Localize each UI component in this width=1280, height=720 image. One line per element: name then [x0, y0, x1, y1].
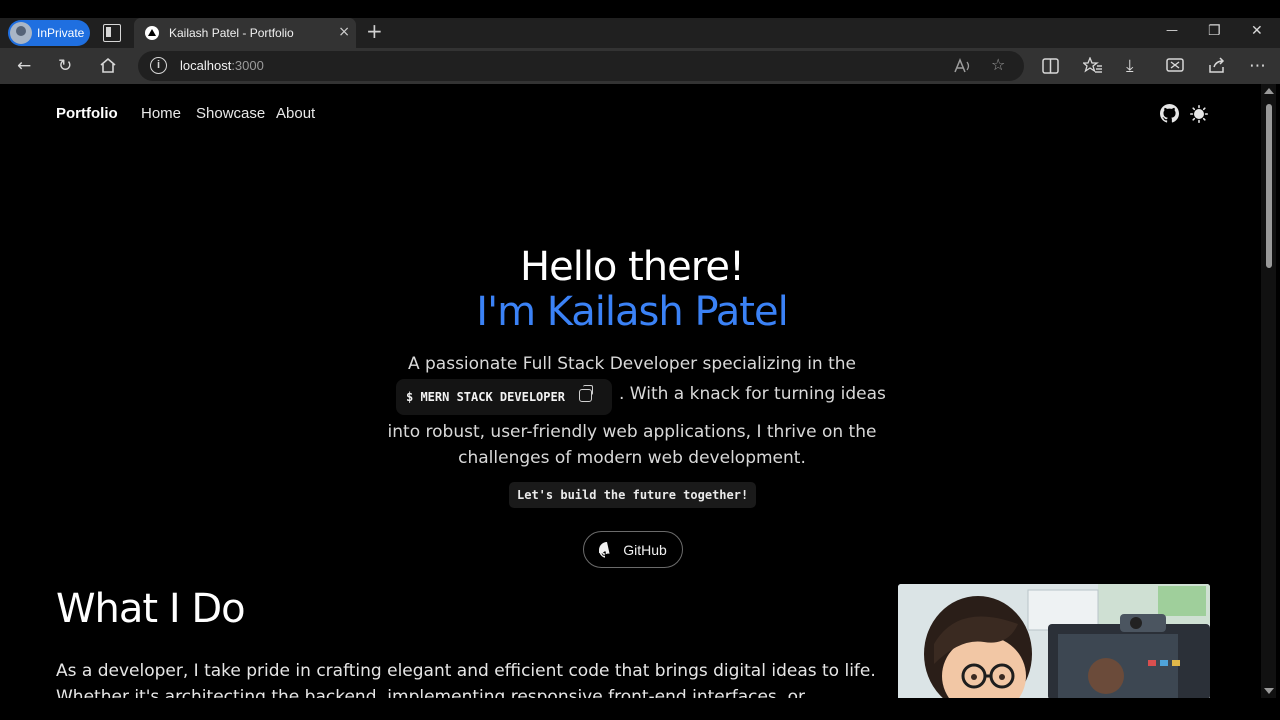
copy-icon[interactable]	[579, 385, 593, 402]
back-icon[interactable]: ←	[17, 54, 31, 78]
share-icon[interactable]	[1208, 57, 1226, 74]
more-options-icon[interactable]: ⋯	[1249, 54, 1266, 78]
mern-stack-chip-label: $ MERN STACK DEVELOPER	[406, 390, 565, 404]
page-scrollbar[interactable]	[1261, 84, 1276, 698]
github-button[interactable]: GitHub	[583, 531, 683, 568]
downloads-icon[interactable]: ⤓	[1126, 54, 1134, 78]
read-aloud-icon[interactable]	[954, 58, 972, 74]
nav-link-home[interactable]: Home	[141, 105, 181, 122]
inprivate-badge[interactable]: InPrivate	[8, 20, 90, 46]
bottom-bar	[0, 698, 1280, 720]
theme-toggle-sun-icon[interactable]	[1190, 105, 1208, 123]
tab-actions-icon[interactable]	[103, 24, 121, 42]
nav-brand[interactable]: Portfolio	[56, 105, 118, 122]
inprivate-label: InPrivate	[37, 26, 85, 40]
github-button-label: GitHub	[623, 541, 667, 558]
browser-tab-active[interactable]: Kailash Patel - Portfolio ×	[134, 18, 356, 48]
developer-avatar-illustration	[898, 584, 1210, 698]
screen: InPrivate Kailash Patel - Portfolio × + …	[0, 0, 1280, 720]
favicon-icon	[145, 26, 159, 40]
minimize-icon[interactable]: —	[1166, 23, 1178, 37]
url-text: localhost:3000	[180, 58, 264, 73]
browser-toolbar: ← ↻ i localhost:3000 ☆ ⤓ ⋯	[0, 48, 1280, 84]
address-bar[interactable]: i localhost:3000 ☆	[138, 51, 1024, 81]
hero-name: I'm Kailash Patel	[476, 289, 788, 335]
scrollbar-thumb[interactable]	[1266, 104, 1272, 268]
window-close-icon[interactable]: ✕	[1251, 23, 1263, 39]
new-tab-icon[interactable]: +	[366, 19, 383, 43]
nav-link-showcase[interactable]: Showcase	[196, 105, 265, 122]
what-i-do-text: As a developer, I take pride in crafting…	[56, 658, 876, 698]
hero-tagline: Let's build the future together!	[509, 482, 757, 508]
hero-text-line-2: . With a knack for turning ideas	[619, 384, 886, 404]
nav-link-about[interactable]: About	[276, 105, 315, 122]
collections-icon[interactable]	[1166, 57, 1184, 74]
hero-text-line-3: into robust, user-friendly web applicati…	[387, 422, 877, 442]
favorite-star-icon[interactable]: ☆	[991, 55, 1005, 74]
browser-tabstrip: InPrivate Kailash Patel - Portfolio × + …	[0, 18, 1280, 48]
hero-greeting: Hello there!	[520, 244, 745, 290]
scroll-up-icon[interactable]	[1264, 88, 1274, 94]
what-i-do-line-1: As a developer, I take pride in crafting…	[56, 661, 876, 681]
hero-text-line-1: A passionate Full Stack Developer specia…	[407, 354, 857, 374]
profile-avatar-icon	[10, 22, 32, 44]
scroll-down-icon[interactable]	[1264, 688, 1274, 694]
home-icon[interactable]	[99, 57, 117, 74]
page-viewport: Portfolio Home Showcase About Hello ther…	[4, 84, 1260, 698]
split-screen-icon[interactable]	[1042, 58, 1059, 74]
restore-icon[interactable]: ❐	[1208, 23, 1221, 39]
refresh-icon[interactable]: ↻	[58, 54, 72, 78]
favorites-icon[interactable]	[1083, 57, 1103, 74]
mern-stack-chip[interactable]: $ MERN STACK DEVELOPER	[396, 379, 612, 415]
tab-title: Kailash Patel - Portfolio	[169, 26, 294, 40]
site-info-icon[interactable]: i	[150, 57, 167, 74]
hero-text-line-4: challenges of modern web development.	[458, 448, 806, 468]
github-button-icon	[599, 541, 610, 558]
developer-illustration	[898, 584, 1210, 698]
what-i-do-title: What I Do	[56, 586, 246, 632]
what-i-do-line-2: Whether it's architecting the backend, i…	[56, 687, 805, 698]
tab-close-icon[interactable]: ×	[338, 24, 350, 40]
github-icon[interactable]	[1160, 104, 1179, 123]
